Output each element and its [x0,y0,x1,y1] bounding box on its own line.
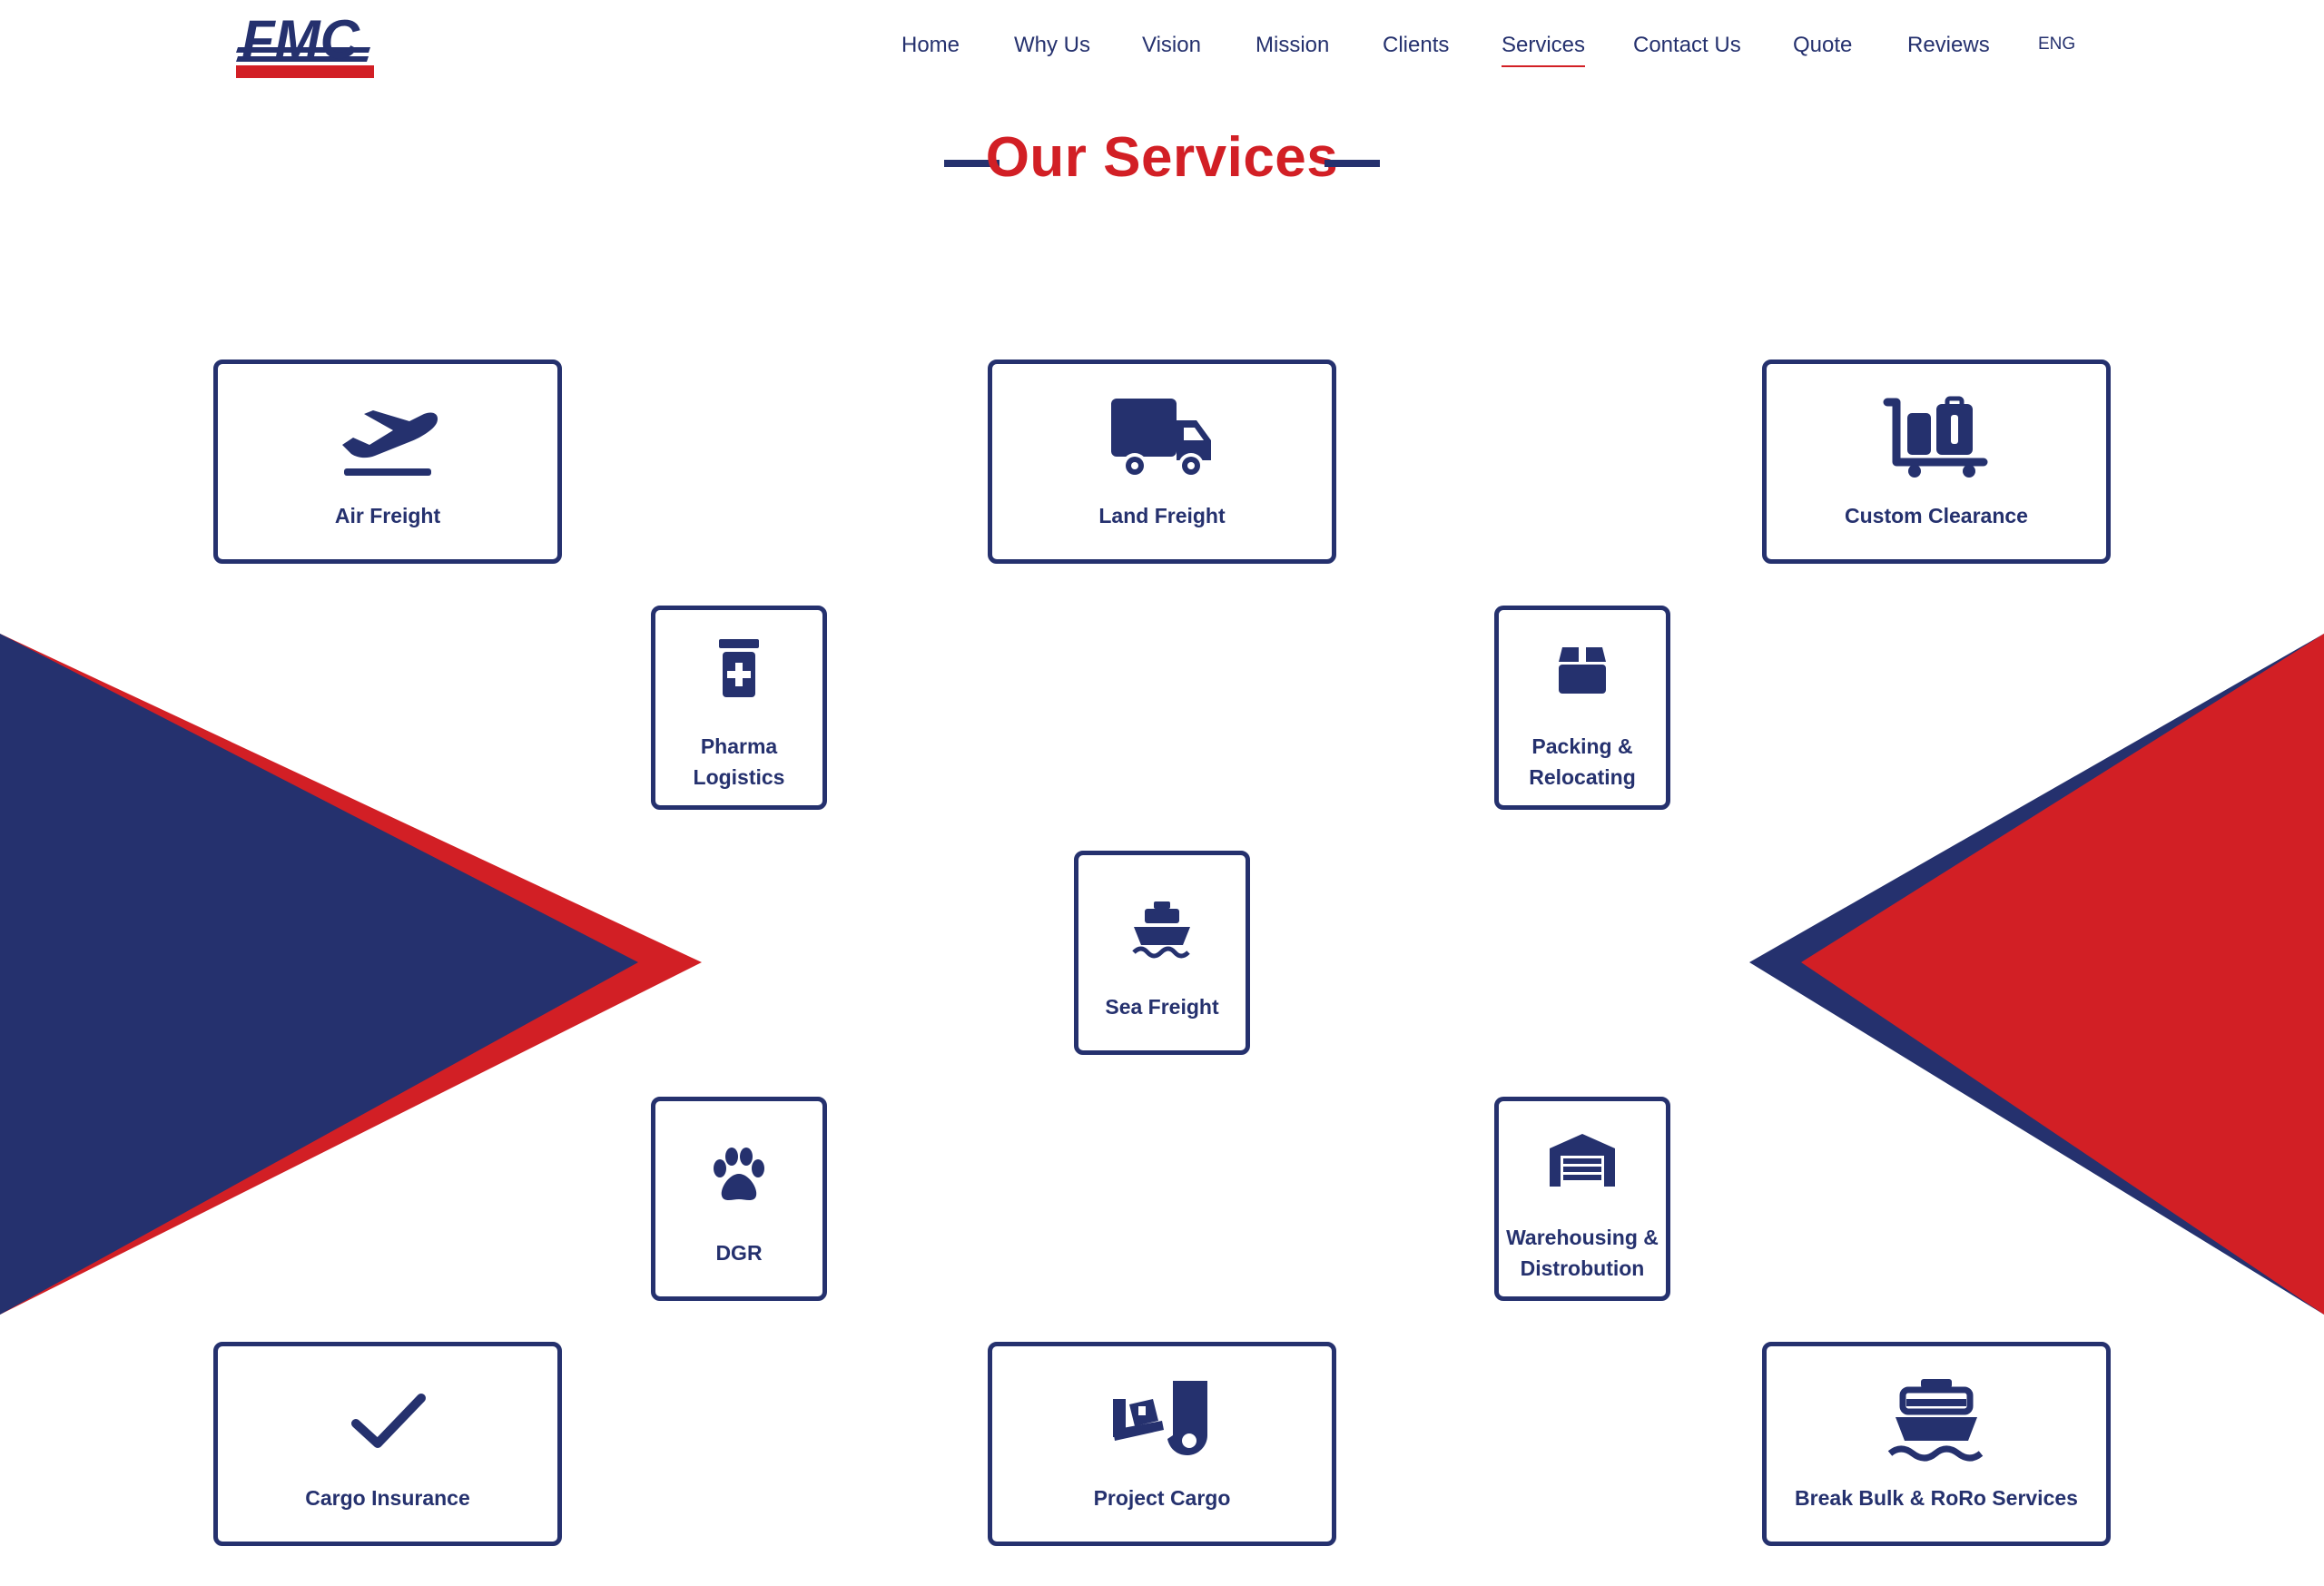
service-label: Custom Clearance [1845,503,2028,527]
truck-icon [1108,393,1216,484]
medicine-bottle-icon [684,624,793,714]
paw-icon [684,1130,793,1221]
dolly-truck-icon [1108,1375,1216,1466]
airplane-takeoff-icon [333,393,442,484]
service-card-air-freight[interactable]: Air Freight [213,360,562,564]
service-label: Packing & Relocating [1529,734,1636,789]
title-right-bar [1324,160,1380,167]
service-label: Break Bulk & RoRo Services [1795,1485,2078,1510]
service-label: Cargo Insurance [305,1485,470,1510]
service-card-packing-relocating[interactable]: Packing & Relocating [1494,606,1670,810]
ship-icon [1108,884,1216,975]
language-selector[interactable]: ENG [2038,34,2075,54]
service-card-warehousing-distrobution[interactable]: Warehousing & Distrobution [1494,1097,1670,1301]
nav-why-us[interactable]: Why Us [1014,33,1090,58]
section-title: Our Services [985,126,1339,189]
nav-vision[interactable]: Vision [1142,33,1201,58]
nav-services[interactable]: Services [1502,33,1586,67]
service-card-project-cargo[interactable]: Project Cargo [988,1342,1336,1546]
nav-clients[interactable]: Clients [1383,33,1449,58]
warehouse-icon [1528,1115,1637,1206]
service-label: Pharma Logistics [693,734,785,789]
nav-home[interactable]: Home [901,33,960,58]
service-label: Air Freight [334,503,441,527]
nav-contact-us[interactable]: Contact Us [1633,33,1741,58]
luggage-cart-icon [1882,393,1991,484]
main-navigation: Home Why Us Vision Mission Clients Servi… [0,33,2324,69]
service-label: Sea Freight [1105,994,1219,1019]
service-card-custom-clearance[interactable]: Custom Clearance [1762,360,2111,564]
checkmark-icon [333,1375,442,1466]
service-label: Land Freight [1098,503,1226,527]
nav-mission[interactable]: Mission [1256,33,1329,58]
service-card-sea-freight[interactable]: Sea Freight [1074,851,1250,1055]
service-label: DGR [715,1240,763,1265]
service-card-pharma-logistics[interactable]: Pharma Logistics [651,606,827,810]
service-card-break-bulk-roro[interactable]: Break Bulk & RoRo Services [1762,1342,2111,1546]
service-card-dgr[interactable]: DGR [651,1097,827,1301]
service-label: Warehousing & Distrobution [1506,1225,1659,1280]
cargo-ship-icon [1882,1375,1991,1466]
nav-quote[interactable]: Quote [1793,33,1852,58]
nav-reviews[interactable]: Reviews [1907,33,1990,58]
service-card-land-freight[interactable]: Land Freight [988,360,1336,564]
service-label: Project Cargo [1093,1485,1231,1510]
service-card-cargo-insurance[interactable]: Cargo Insurance [213,1342,562,1546]
box-icon [1528,624,1637,714]
